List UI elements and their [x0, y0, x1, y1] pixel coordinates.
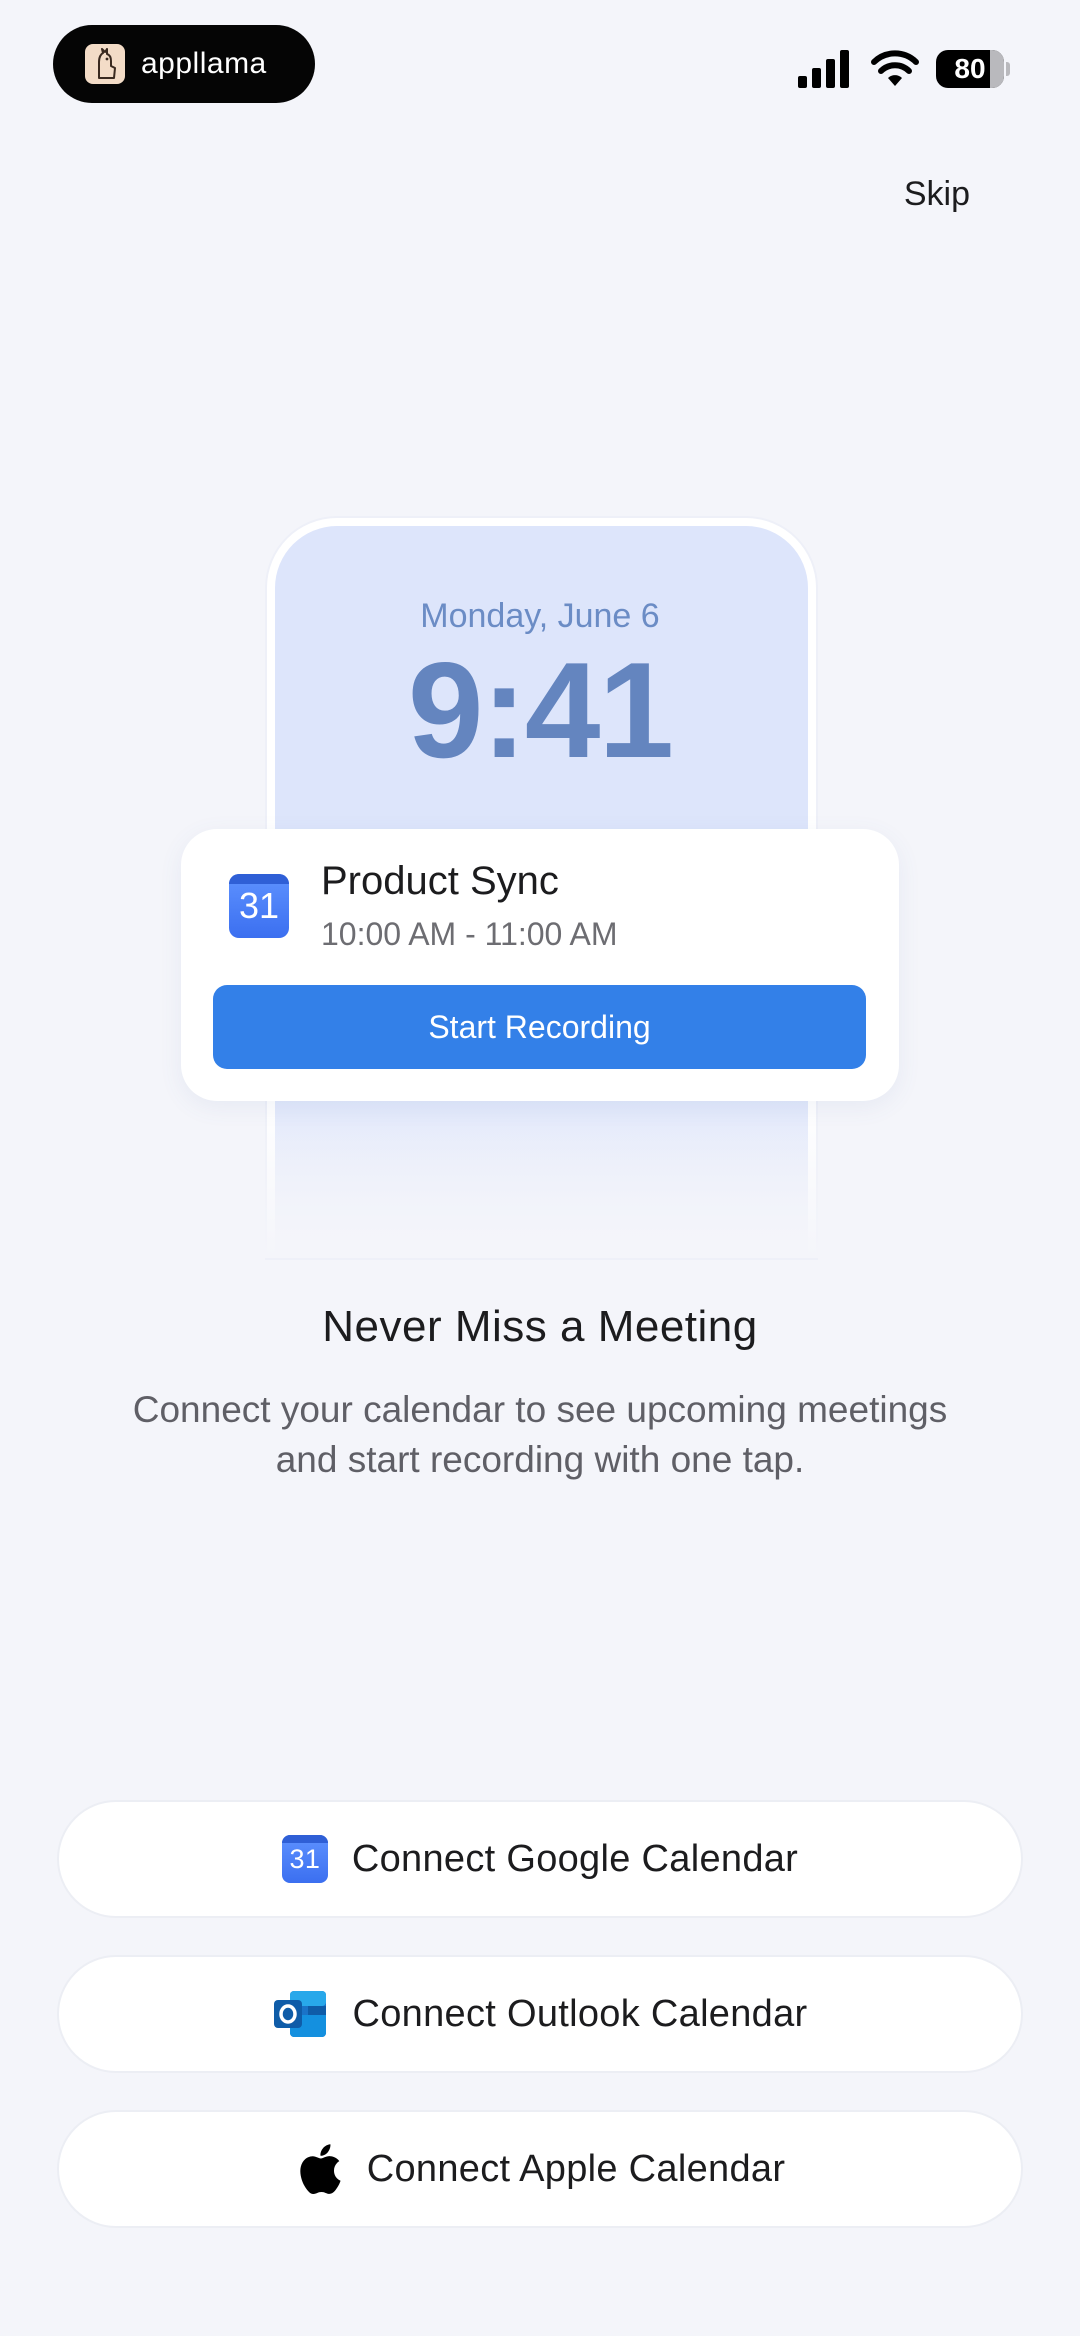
skip-button[interactable]: Skip: [904, 175, 970, 214]
apple-icon: [295, 2142, 343, 2196]
wifi-icon: [871, 50, 919, 86]
cellular-signal-icon: [798, 50, 849, 88]
status-icons: 80: [798, 50, 1010, 88]
google-calendar-icon: 31: [281, 1835, 328, 1883]
lock-screen-date: Monday, June 6: [420, 597, 660, 635]
battery-level: 80: [954, 53, 986, 84]
connect-outlook-calendar-button[interactable]: Connect Outlook Calendar: [57, 1955, 1023, 2073]
meeting-time: 10:00 AM - 11:00 AM: [321, 916, 618, 952]
lock-screen-time: 9:41: [407, 634, 674, 786]
battery-icon: 80: [936, 50, 1010, 88]
connect-apple-calendar-label: Connect Apple Calendar: [366, 2147, 786, 2190]
outlook-icon: [272, 1989, 328, 2039]
meeting-title: Product Sync: [321, 859, 559, 903]
llama-logo-icon: [85, 44, 125, 84]
connect-google-calendar-button[interactable]: 31 Connect Google Calendar: [57, 1800, 1023, 1918]
meeting-preview-card: 31 Product Sync 10:00 AM - 11:00 AM Star…: [181, 829, 899, 1101]
start-recording-button: Start Recording: [213, 985, 866, 1069]
connect-outlook-calendar-label: Connect Outlook Calendar: [352, 1992, 808, 2035]
calendar-onboarding-screen: appllama 80 Skip Monday, June 6 9:41 31 …: [0, 0, 1080, 2336]
page-description: Connect your calendar to see upcoming me…: [132, 1389, 948, 1480]
page-title: Never Miss a Meeting: [322, 1302, 758, 1351]
connect-apple-calendar-button[interactable]: Connect Apple Calendar: [57, 2110, 1023, 2228]
brand-pill: appllama: [53, 25, 315, 103]
brand-name: appllama: [141, 47, 267, 80]
calendar-icon: 31: [229, 874, 289, 938]
connect-google-calendar-label: Connect Google Calendar: [351, 1837, 799, 1880]
